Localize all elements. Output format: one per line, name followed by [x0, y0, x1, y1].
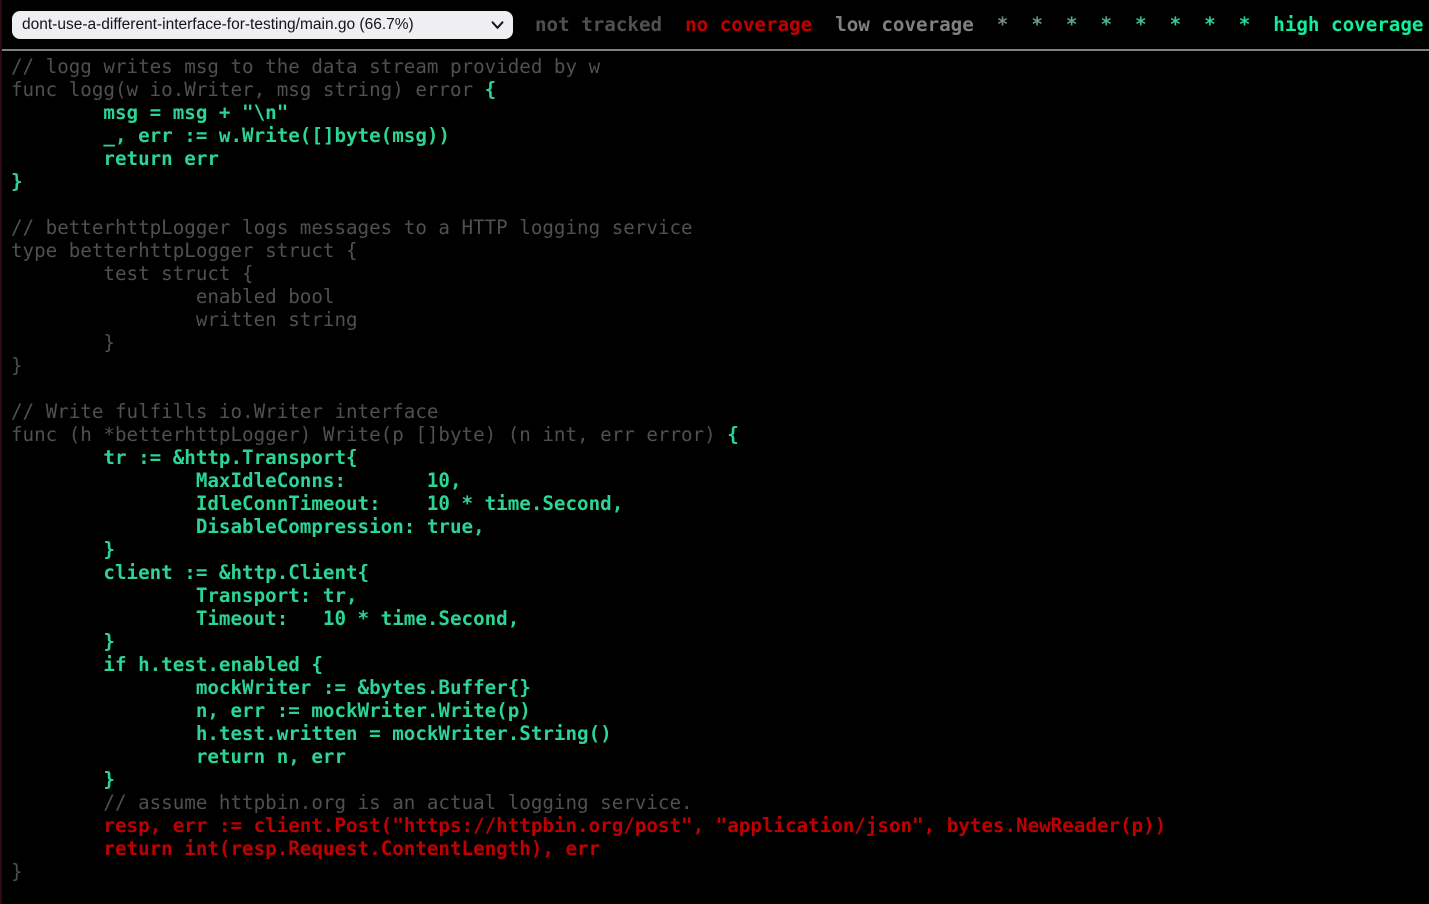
code-segment-cov8: { tr := &http.Transport{ MaxIdleConns: 1… [11, 423, 739, 791]
legend-item-untracked: not tracked [535, 13, 662, 36]
legend-item-cov7: * [1170, 13, 1182, 36]
window-edge [0, 0, 2, 904]
content: // logg writes msg to the data stream pr… [0, 0, 1429, 903]
legend-item-cov0: no coverage [685, 13, 812, 36]
legend-item-cov1: low coverage [835, 13, 974, 36]
legend-item-cov2: * [997, 13, 1009, 36]
code-segment-untracked: } [11, 860, 23, 883]
code-segment-cov0: resp, err := client.Post("https://httpbi… [11, 814, 1166, 860]
file-selector: dont-use-a-different-interface-for-testi… [12, 11, 513, 39]
legend-item-cov10: high coverage [1273, 13, 1423, 36]
legend-item-cov8: * [1204, 13, 1216, 36]
legend-item-cov3: * [1031, 13, 1043, 36]
coverage-legend: not tracked no coverage low coverage * * * * * *… [535, 13, 1423, 36]
file-selector-dropdown[interactable]: dont-use-a-different-interface-for-testi… [12, 11, 513, 39]
topbar: dont-use-a-different-interface-for-testi… [0, 0, 1429, 51]
source-code: // logg writes msg to the data stream pr… [0, 55, 1429, 903]
code-segment-untracked: // betterhttpLogger logs messages to a H… [11, 216, 727, 446]
legend-item-cov4: * [1066, 13, 1078, 36]
legend-item-cov6: * [1135, 13, 1147, 36]
code-segment-untracked: // logg writes msg to the data stream pr… [11, 55, 600, 101]
legend-item-cov5: * [1100, 13, 1112, 36]
legend-item-cov9: * [1239, 13, 1251, 36]
